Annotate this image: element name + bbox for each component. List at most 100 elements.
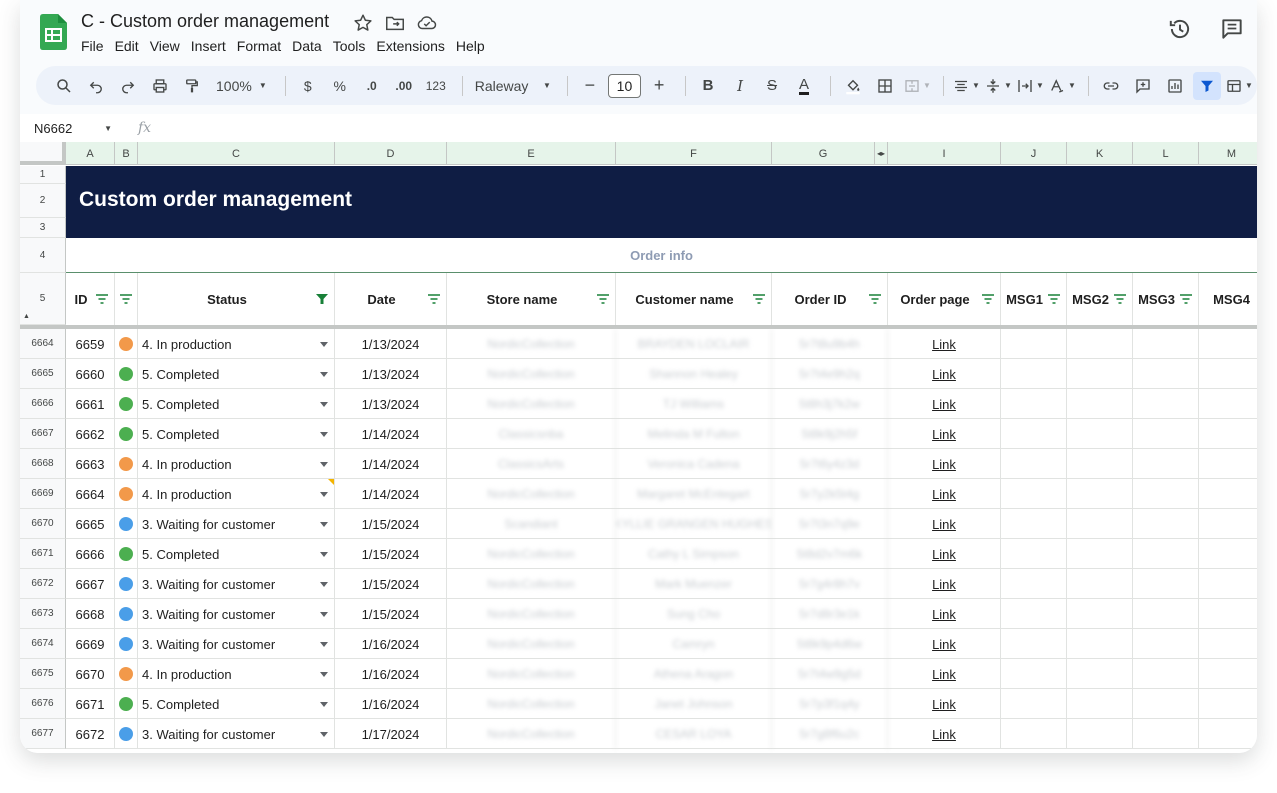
hidden-column-arrows[interactable]: ◂▸: [875, 142, 888, 165]
column-header-c[interactable]: C: [138, 142, 335, 165]
version-history-icon[interactable]: [1167, 16, 1193, 42]
cell-status-dot[interactable]: [115, 719, 138, 749]
cell-id[interactable]: 6671: [66, 689, 115, 719]
dropdown-arrow-icon[interactable]: [320, 461, 328, 467]
cell-id[interactable]: 6660: [66, 359, 115, 389]
cell-msg1[interactable]: [1001, 449, 1067, 479]
cell-msg4[interactable]: [1199, 449, 1257, 479]
cell-status-dot[interactable]: [115, 389, 138, 419]
redo-button[interactable]: [114, 72, 142, 100]
column-header-i[interactable]: I: [888, 142, 1001, 165]
cell-status[interactable]: 5. Completed: [138, 539, 335, 569]
cell-order-id[interactable]: 5r7t6y4z3d: [772, 449, 888, 479]
cell-status[interactable]: 4. In production: [138, 659, 335, 689]
row-header[interactable]: 5 ▲: [20, 273, 66, 325]
cell-customer-name[interactable]: Shannon Healey: [616, 359, 772, 389]
menu-extensions[interactable]: Extensions: [376, 37, 450, 54]
cell-msg4[interactable]: [1199, 389, 1257, 419]
table-row[interactable]: 6673 6668 3. Waiting for customer 1/15/2024…: [20, 599, 1257, 629]
dropdown-arrow-icon[interactable]: [320, 731, 328, 737]
cell-date[interactable]: 1/15/2024: [335, 599, 447, 629]
cell-msg4[interactable]: [1199, 689, 1257, 719]
cell-store-name[interactable]: NordicCollection: [447, 569, 616, 599]
cell-msg4[interactable]: [1199, 479, 1257, 509]
row-header[interactable]: 6674: [20, 629, 66, 659]
filter-icon[interactable]: [96, 294, 108, 304]
cell-store-name[interactable]: NordicCollection: [447, 599, 616, 629]
cell-msg4[interactable]: [1199, 569, 1257, 599]
filter-icon[interactable]: [1180, 294, 1192, 304]
cell-status-dot[interactable]: [115, 599, 138, 629]
cell-msg1[interactable]: [1001, 359, 1067, 389]
cell-customer-name[interactable]: Cathy L Simpson: [616, 539, 772, 569]
cell-status[interactable]: 4. In production: [138, 449, 335, 479]
cell-status-dot[interactable]: [115, 359, 138, 389]
cell-msg2[interactable]: [1067, 479, 1133, 509]
filter-icon[interactable]: [982, 294, 994, 304]
cell-msg4[interactable]: [1199, 719, 1257, 749]
cell-msg4[interactable]: [1199, 419, 1257, 449]
borders-button[interactable]: [871, 72, 899, 100]
table-row[interactable]: 6666 6661 5. Completed 1/13/2024 NordicColle…: [20, 389, 1257, 419]
cell-msg1[interactable]: [1001, 479, 1067, 509]
name-box[interactable]: N6662 ▼: [20, 121, 118, 136]
cell-msg1[interactable]: [1001, 509, 1067, 539]
dropdown-arrow-icon[interactable]: [320, 701, 328, 707]
row-header[interactable]: 6666: [20, 389, 66, 419]
cell-order-page-link[interactable]: Link: [888, 539, 1001, 569]
cell-status-dot[interactable]: [115, 419, 138, 449]
cell-order-page-link[interactable]: Link: [888, 359, 1001, 389]
cell-id[interactable]: 6672: [66, 719, 115, 749]
cell-msg3[interactable]: [1133, 689, 1199, 719]
cell-order-page-link[interactable]: Link: [888, 659, 1001, 689]
cell-status[interactable]: 3. Waiting for customer: [138, 599, 335, 629]
cell-date[interactable]: 1/13/2024: [335, 329, 447, 359]
cell-status-dot[interactable]: [115, 329, 138, 359]
paint-format-button[interactable]: [178, 72, 206, 100]
table-row[interactable]: 6677 6672 3. Waiting for customer 1/17/2024…: [20, 719, 1257, 749]
vertical-align-button[interactable]: ▼: [984, 72, 1012, 100]
cell-order-id[interactable]: 5r7g8f6u2c: [772, 719, 888, 749]
column-header-a[interactable]: A: [66, 142, 115, 165]
cell-order-page-link[interactable]: Link: [888, 599, 1001, 629]
table-row[interactable]: 6664 6659 4. In production 1/13/2024 NordicC…: [20, 329, 1257, 359]
table-row[interactable]: 6675 6670 4. In production 1/16/2024 NordicC…: [20, 659, 1257, 689]
cell-order-id[interactable]: 5r7p3f1q4y: [772, 689, 888, 719]
dropdown-arrow-icon[interactable]: [320, 521, 328, 527]
row-header[interactable]: 1: [20, 166, 66, 184]
cell-status[interactable]: 5. Completed: [138, 689, 335, 719]
row-header[interactable]: 6672: [20, 569, 66, 599]
table-row[interactable]: 6676 6671 5. Completed 1/16/2024 NordicColle…: [20, 689, 1257, 719]
italic-button[interactable]: I: [726, 72, 754, 100]
format-percent-button[interactable]: %: [326, 72, 354, 100]
cell-id[interactable]: 6667: [66, 569, 115, 599]
cell-order-page-link[interactable]: Link: [888, 509, 1001, 539]
star-icon[interactable]: [352, 12, 374, 34]
cell-msg1[interactable]: [1001, 719, 1067, 749]
active-filter-icon[interactable]: [316, 294, 328, 304]
cell-msg1[interactable]: [1001, 569, 1067, 599]
row-header[interactable]: 6675: [20, 659, 66, 689]
more-formats-button[interactable]: 123: [422, 72, 450, 100]
cell-msg1[interactable]: [1001, 329, 1067, 359]
cell-store-name[interactable]: ClassicsArts: [447, 449, 616, 479]
cell-msg4[interactable]: [1199, 629, 1257, 659]
decrease-decimal-button[interactable]: .0: [358, 72, 386, 100]
filter-icon[interactable]: [597, 294, 609, 304]
column-header-e[interactable]: E: [447, 142, 616, 165]
cell-date[interactable]: 1/14/2024: [335, 449, 447, 479]
row-header[interactable]: 4: [20, 238, 66, 273]
cell-msg2[interactable]: [1067, 719, 1133, 749]
cell-order-page-link[interactable]: Link: [888, 389, 1001, 419]
cell-msg2[interactable]: [1067, 449, 1133, 479]
column-header-k[interactable]: K: [1067, 142, 1133, 165]
table-row[interactable]: 6668 6663 4. In production 1/14/2024 Classic…: [20, 449, 1257, 479]
table-row[interactable]: 6672 6667 3. Waiting for customer 1/15/2024…: [20, 569, 1257, 599]
cell-msg3[interactable]: [1133, 629, 1199, 659]
text-color-button[interactable]: A: [790, 72, 818, 100]
cell-store-name[interactable]: NordicCollection: [447, 539, 616, 569]
menu-insert[interactable]: Insert: [191, 37, 232, 54]
cell-customer-name[interactable]: Sung Cho: [616, 599, 772, 629]
cell-order-id[interactable]: 5t8k9p4d6w: [772, 629, 888, 659]
cell-order-id[interactable]: 5r7t3n7q9e: [772, 509, 888, 539]
